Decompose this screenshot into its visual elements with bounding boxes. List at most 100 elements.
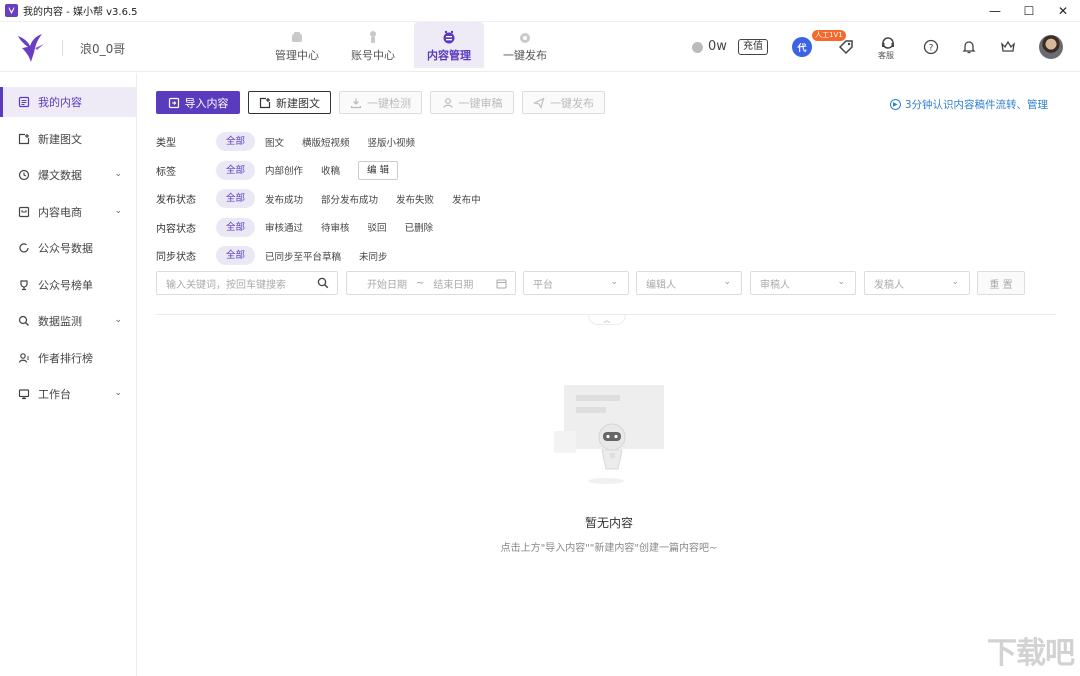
chevron-down-icon[interactable]: ⌄	[114, 315, 122, 325]
watermark-logo: 下载吧	[987, 637, 1075, 670]
main-content: 导入内容 新建图文 一键检测 一键审稿 一键发布 ▶ 3分钟认识内容稿件流转、管…	[138, 73, 1080, 676]
filter-option[interactable]: 部分发布成功	[321, 192, 378, 206]
date-range-picker[interactable]: 开始日期 ~ 结束日期	[346, 271, 516, 295]
filter-option[interactable]: 发布成功	[265, 192, 303, 206]
send-icon	[533, 96, 545, 109]
sidebar-item-label: 我的内容	[38, 96, 82, 109]
filter-option[interactable]: 内部创作	[265, 163, 303, 177]
chevron-down-icon[interactable]: ⌄	[114, 169, 122, 179]
maximize-icon[interactable]: ☐	[1012, 0, 1046, 22]
chevron-down-icon[interactable]: ⌄	[114, 206, 122, 216]
search-icon[interactable]	[317, 277, 329, 289]
hummingbird-logo-icon[interactable]	[14, 30, 48, 64]
filter-label: 类型	[156, 138, 176, 149]
recharge-button[interactable]: 充值	[738, 39, 768, 55]
filter-option[interactable]: 待审核	[321, 220, 350, 234]
filter-option[interactable]: 图文	[265, 135, 284, 149]
window-title: 我的内容 - 媒小帮 v3.6.5	[23, 7, 138, 18]
import-icon	[168, 97, 179, 108]
sidebar-item-official-account-data[interactable]: 公众号数据	[0, 233, 136, 263]
nav-one-click-publish[interactable]: 一键发布	[490, 22, 560, 68]
help-icon[interactable]: ?	[920, 36, 942, 58]
import-content-button[interactable]: 导入内容	[156, 91, 240, 114]
filter-option[interactable]: 驳回	[368, 220, 387, 234]
sidebar-item-new-article[interactable]: 新建图文	[0, 124, 136, 154]
nav-management-center[interactable]: 管理中心	[262, 22, 332, 68]
one-click-check-label: 一键检测	[367, 96, 411, 110]
notification-bell-icon[interactable]	[958, 36, 980, 58]
filter-option[interactable]: 全部	[216, 132, 256, 151]
coin-icon	[692, 42, 703, 53]
balance-value: 0w	[708, 39, 727, 54]
one-click-review-button[interactable]: 一键审稿	[430, 91, 514, 114]
filter-option[interactable]: 发布中	[452, 192, 481, 206]
sidebar-item-data-monitoring[interactable]: 数据监测 ⌄	[0, 306, 136, 336]
editor-placeholder: 编辑人	[646, 279, 676, 291]
sidebar-item-label: 公众号数据	[38, 242, 93, 255]
edit-tags-button[interactable]: 编 辑	[358, 160, 399, 180]
document-icon	[18, 96, 30, 108]
reviewer-select[interactable]: 审稿人 ⌄	[750, 271, 856, 295]
username[interactable]: 浪0_0哥	[80, 40, 125, 57]
filter-option[interactable]: 全部	[216, 189, 256, 208]
editor-select[interactable]: 编辑人 ⌄	[636, 271, 742, 295]
filter-option[interactable]: 全部	[216, 160, 256, 180]
filter-option[interactable]: 收稿	[321, 163, 340, 177]
header-divider	[62, 40, 63, 56]
new-document-icon	[18, 133, 30, 145]
filter-option[interactable]: 已删除	[405, 220, 434, 234]
sidebar-item-official-account-ranking[interactable]: 公众号榜单	[0, 270, 136, 300]
start-date-placeholder: 开始日期	[367, 279, 407, 291]
monitor-icon	[18, 388, 30, 400]
reset-button[interactable]: 重 置	[977, 271, 1025, 295]
publisher-placeholder: 发稿人	[874, 279, 904, 291]
filter-option[interactable]: 全部	[216, 217, 256, 237]
filter-option[interactable]: 已同步至平台草稿	[265, 249, 341, 263]
filter-label: 标签	[156, 166, 176, 178]
agent-badge-icon[interactable]: 代	[792, 37, 812, 57]
publisher-select[interactable]: 发稿人 ⌄	[864, 271, 970, 295]
filter-label: 同步状态	[156, 252, 196, 263]
main-nav: 管理中心 账号中心 内容管理 一键发布	[262, 22, 566, 72]
filter-option[interactable]: 审核通过	[265, 220, 303, 234]
sidebar-item-content-ecommerce[interactable]: 内容电商 ⌄	[0, 197, 136, 227]
filter-option[interactable]: 全部	[216, 246, 256, 265]
sidebar-item-label: 爆文数据	[38, 169, 82, 182]
content-icon	[443, 30, 455, 44]
nav-content-management[interactable]: 内容管理	[414, 22, 484, 68]
sidebar-item-my-content[interactable]: 我的内容	[0, 87, 136, 117]
close-icon[interactable]: ✕	[1046, 0, 1080, 22]
filter-row-content-status: 内容状态 全部 审核通过 待审核 驳回 已删除	[156, 217, 499, 238]
filter-option[interactable]: 发布失败	[396, 192, 434, 206]
filter-row-sync-status: 同步状态 全部 已同步至平台草稿 未同步	[156, 245, 499, 266]
help-link-text: 3分钟认识内容稿件流转、管理	[904, 99, 1048, 111]
one-click-check-button[interactable]: 一键检测	[339, 91, 422, 114]
nav-account-center[interactable]: 账号中心	[338, 22, 408, 68]
filter-option[interactable]: 未同步	[359, 249, 388, 263]
app-icon	[5, 4, 18, 17]
sidebar-item-author-ranking[interactable]: 作者排行榜	[0, 343, 136, 373]
play-icon: ▶	[889, 99, 901, 110]
new-article-button[interactable]: 新建图文	[248, 91, 331, 114]
help-video-link[interactable]: ▶ 3分钟认识内容稿件流转、管理	[889, 97, 1048, 112]
one-click-publish-button[interactable]: 一键发布	[522, 91, 605, 114]
sidebar-item-workbench[interactable]: 工作台 ⌄	[0, 379, 136, 409]
new-article-label: 新建图文	[276, 96, 320, 110]
platform-select[interactable]: 平台 ⌄	[523, 271, 629, 295]
sidebar-item-viral-data[interactable]: 爆文数据 ⌄	[0, 160, 136, 190]
minimize-icon[interactable]: —	[978, 0, 1012, 22]
collapse-filters-button[interactable]: ︿	[588, 315, 626, 325]
chevron-down-icon[interactable]: ⌄	[114, 388, 122, 398]
filter-option[interactable]: 竖版小视频	[368, 135, 416, 149]
sidebar-item-label: 工作台	[38, 388, 71, 401]
tag-icon[interactable]	[835, 36, 857, 58]
user-avatar[interactable]	[1039, 35, 1063, 59]
filter-option[interactable]: 横版短视频	[302, 135, 350, 149]
chevron-down-icon: ⌄	[723, 277, 731, 287]
platform-placeholder: 平台	[533, 279, 553, 291]
filter-panel: 类型 全部 图文 横版短视频 竖版小视频 标签 全部 内部创作 收稿 编 辑 发…	[156, 131, 499, 274]
svg-text:?: ?	[929, 44, 934, 54]
filter-label: 发布状态	[156, 195, 196, 206]
crown-icon[interactable]	[997, 36, 1019, 58]
keyword-search-input[interactable]: 输入关键词，按回车键搜索	[156, 271, 338, 295]
